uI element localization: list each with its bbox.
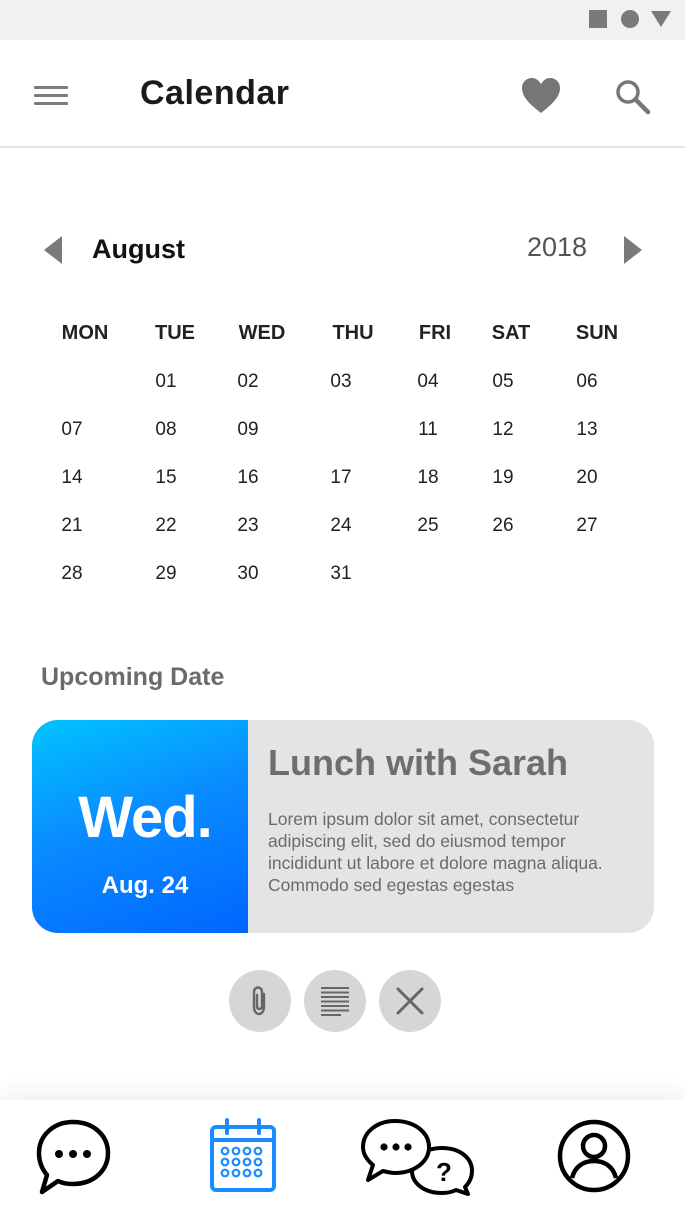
- weekday-label: SAT: [491, 322, 531, 344]
- bottom-nav: ?: [0, 1100, 685, 1217]
- prev-month-arrow-icon[interactable]: [42, 234, 66, 266]
- calendar-day[interactable]: 30: [220, 556, 276, 592]
- weekday-label: THU: [332, 322, 374, 344]
- calendar-day[interactable]: 09: [220, 412, 276, 448]
- search-icon[interactable]: [614, 78, 652, 116]
- month-name[interactable]: August: [92, 234, 185, 265]
- square-icon: [589, 10, 607, 28]
- month-header: August 2018: [0, 222, 685, 282]
- calendar-day[interactable]: 26: [475, 508, 531, 544]
- event-card[interactable]: Wed. Aug. 24 Lunch with Sarah Lorem ipsu…: [32, 720, 654, 933]
- upcoming-label: Upcoming Date: [41, 663, 225, 691]
- calendar-day[interactable]: 14: [44, 460, 100, 496]
- event-title: Lunch with Sarah: [268, 742, 569, 783]
- calendar-day[interactable]: 11: [400, 412, 456, 448]
- profile-icon: [557, 1119, 631, 1193]
- chat-icon: [36, 1119, 111, 1195]
- nav-chat[interactable]: [36, 1118, 114, 1201]
- calendar-day[interactable]: 25: [400, 508, 456, 544]
- calendar-day[interactable]: 06: [559, 364, 615, 400]
- event-day: Wed.: [78, 785, 213, 850]
- dismiss-button[interactable]: [379, 970, 441, 1032]
- circle-icon: [621, 10, 639, 28]
- calendar-day[interactable]: 28: [44, 556, 100, 592]
- calendar-day[interactable]: 18: [400, 460, 456, 496]
- weekday-label: FRI: [418, 322, 452, 344]
- weekday-label: WED: [238, 322, 286, 344]
- close-icon: [396, 987, 424, 1015]
- calendar-day[interactable]: 17: [313, 460, 369, 496]
- notes-icon: [321, 987, 349, 1016]
- help-chat-icon: ?: [361, 1119, 474, 1196]
- event-description: Lorem ipsum dolor sit amet, consectetur …: [268, 809, 603, 895]
- calendar-day[interactable]: 22: [138, 508, 194, 544]
- calendar-day[interactable]: 04: [400, 364, 456, 400]
- weekday-label: SUN: [575, 322, 619, 344]
- calendar-day[interactable]: 13: [559, 412, 615, 448]
- calendar-day[interactable]: 19: [475, 460, 531, 496]
- calendar-icon: [210, 1118, 276, 1192]
- notes-button[interactable]: [304, 970, 366, 1032]
- event-date: Aug. 24: [101, 872, 189, 899]
- nav-calendar[interactable]: [208, 1118, 278, 1199]
- triangle-icon: [651, 11, 671, 27]
- weekday-label: MON: [61, 322, 109, 344]
- paperclip-icon: [252, 986, 266, 1016]
- year[interactable]: 2018: [527, 232, 587, 263]
- calendar-day[interactable]: 16: [220, 460, 276, 496]
- calendar-day[interactable]: 15: [138, 460, 194, 496]
- calendar-day[interactable]: 31: [313, 556, 369, 592]
- status-bar: [0, 0, 685, 40]
- calendar-day[interactable]: 01: [138, 364, 194, 400]
- attach-button[interactable]: [229, 970, 291, 1032]
- svg-text:?: ?: [436, 1157, 452, 1187]
- weekday-label: TUE: [155, 322, 195, 344]
- page-title: Calendar: [140, 74, 290, 112]
- calendar-day-selected[interactable]: 10: [313, 408, 369, 452]
- calendar-day[interactable]: 12: [475, 412, 531, 448]
- nav-help-chat[interactable]: ?: [360, 1118, 476, 1201]
- calendar-day[interactable]: 29: [138, 556, 194, 592]
- menu-icon[interactable]: [34, 82, 70, 108]
- heart-icon[interactable]: [520, 76, 562, 116]
- calendar-day[interactable]: 21: [44, 508, 100, 544]
- app-bar: Calendar: [0, 40, 685, 148]
- calendar-day[interactable]: 07: [44, 412, 100, 448]
- calendar-day[interactable]: 20: [559, 460, 615, 496]
- calendar-day[interactable]: 02: [220, 364, 276, 400]
- nav-profile[interactable]: [556, 1118, 632, 1199]
- calendar-day[interactable]: 27: [559, 508, 615, 544]
- calendar-day[interactable]: 08: [138, 412, 194, 448]
- calendar-day[interactable]: 24: [313, 508, 369, 544]
- calendar-day[interactable]: 03: [313, 364, 369, 400]
- calendar-day[interactable]: 05: [475, 364, 531, 400]
- calendar-day[interactable]: 23: [220, 508, 276, 544]
- next-month-arrow-icon[interactable]: [620, 234, 644, 266]
